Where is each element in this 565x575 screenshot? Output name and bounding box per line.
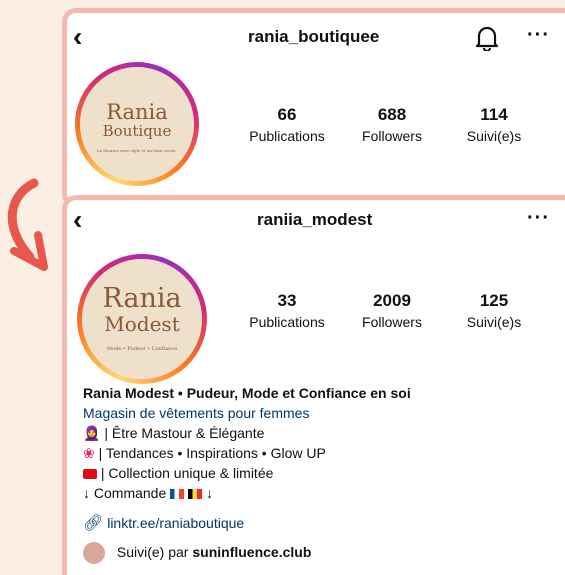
bio-line-2: ❀ | Tendances • Inspirations • Glow UP — [83, 445, 326, 461]
avatar-ring: Rania Boutique La Mousse avec style et u… — [75, 62, 199, 186]
bio-name: Rania Modest • Pudeur, Mode et Confiance… — [83, 385, 411, 401]
bio-line-1: 🧕 | Être Mastour & Élégante — [83, 425, 265, 441]
back-arrow-icon[interactable]: ‹ — [73, 206, 82, 234]
logo-line2: Boutique — [102, 122, 172, 140]
france-flag-icon — [170, 489, 185, 500]
username: raniia_modest — [257, 210, 373, 229]
back-arrow-icon[interactable]: ‹ — [73, 23, 82, 51]
stat-followers[interactable]: 2009 Followers — [342, 291, 442, 330]
bio: Rania Modest • Pudeur, Mode et Confiance… — [83, 383, 411, 565]
bio-line-3: | Collection unique & limitée — [83, 463, 411, 483]
stat-publications[interactable]: 33 Publications — [237, 291, 337, 330]
avatar-ring: Rania Modest Mode • Pudeur • Confiance — [77, 254, 207, 384]
follower-avatar — [83, 542, 105, 565]
belgium-flag-icon — [188, 489, 203, 500]
profile-card-old: ‹ rania_boutiquee ··· Rania Boutique La … — [62, 8, 565, 208]
bio-category: Magasin de vêtements pour femmes — [83, 405, 310, 421]
stat-followers[interactable]: 688 Followers — [342, 105, 442, 144]
logo-tagline: La Mousse avec style et un teint cocon. — [96, 148, 178, 153]
avatar[interactable]: Rania Modest Mode • Pudeur • Confiance — [82, 259, 202, 379]
stat-following[interactable]: 125 Suivi(e)s — [444, 291, 544, 330]
followed-by[interactable]: Suivi(e) par suninfluence.club — [83, 542, 411, 565]
username: rania_boutiquee — [248, 27, 380, 46]
link-icon: 🔗︎ — [83, 515, 104, 532]
avatar[interactable]: Rania Boutique La Mousse avec style et u… — [80, 67, 194, 181]
logo-line1: Rania — [102, 283, 182, 314]
profile-card-new: ‹ raniia_modest ··· Rania Modest Mode • … — [62, 195, 565, 575]
logo-line2: Modest — [104, 312, 180, 336]
bio-line-4: ↓ Commande ↓ — [83, 485, 213, 501]
bell-icon[interactable] — [475, 25, 499, 51]
more-icon[interactable]: ··· — [527, 208, 550, 228]
woman-icon: 🧕 — [83, 425, 101, 441]
stat-publications[interactable]: 66 Publications — [237, 105, 337, 144]
turkey-flag-icon — [83, 469, 97, 480]
bio-link[interactable]: 🔗︎ linktr.ee/raniaboutique — [83, 513, 411, 534]
logo-line1: Rania — [106, 100, 168, 124]
flowers-icon: ❀ — [83, 445, 95, 461]
stat-following[interactable]: 114 Suivi(e)s — [444, 105, 544, 144]
more-icon[interactable]: ··· — [527, 25, 550, 45]
logo-tagline: Mode • Pudeur • Confiance — [106, 346, 178, 352]
